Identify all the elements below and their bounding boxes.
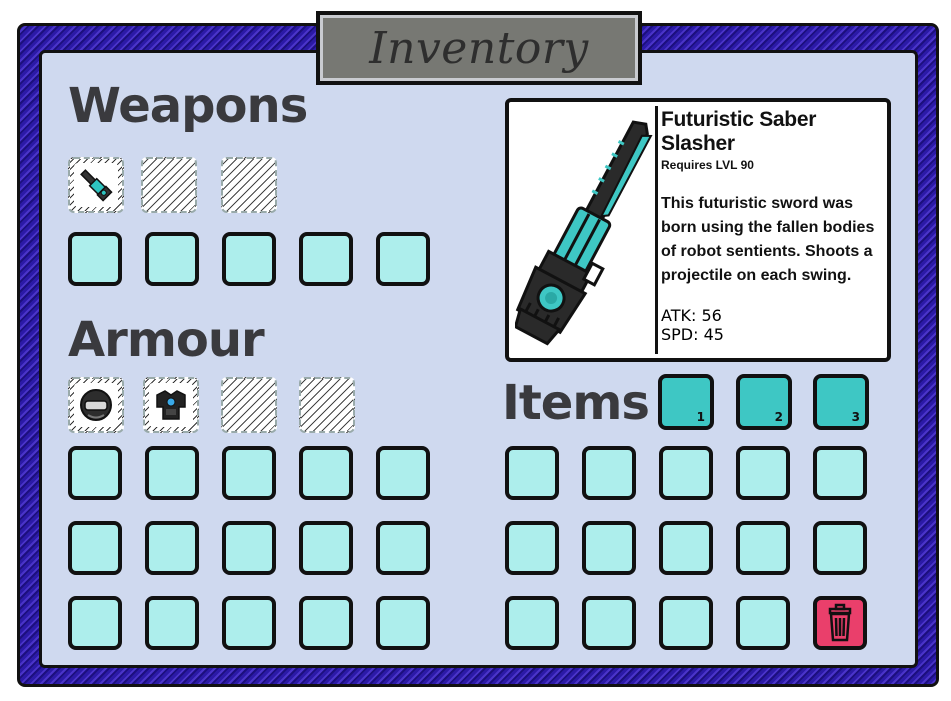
chest-armor-icon	[149, 383, 193, 427]
armour-slot[interactable]	[376, 521, 430, 575]
weapon-slot[interactable]	[68, 232, 122, 286]
armour-equip-slot-2[interactable]	[143, 377, 199, 433]
item-slot[interactable]	[505, 521, 559, 575]
weapon-slot[interactable]	[299, 232, 353, 286]
trash-slot[interactable]	[813, 596, 867, 650]
item-slot[interactable]	[736, 446, 790, 500]
armour-equip-slot-4[interactable]	[299, 377, 355, 433]
item-slot[interactable]	[582, 446, 636, 500]
armour-slot[interactable]	[222, 596, 276, 650]
armour-slot[interactable]	[222, 446, 276, 500]
quick-slot-2[interactable]: 2	[736, 374, 792, 430]
saber-icon	[74, 163, 118, 207]
armour-slot[interactable]	[145, 446, 199, 500]
item-requirement: Requires LVL 90	[661, 158, 754, 172]
weapon-slot[interactable]	[376, 232, 430, 286]
item-spd: SPD: 45	[661, 325, 724, 344]
armour-slot[interactable]	[376, 596, 430, 650]
trash-icon	[828, 603, 852, 642]
armour-equip-slot-1[interactable]	[68, 377, 124, 433]
armour-slot[interactable]	[299, 596, 353, 650]
item-slot[interactable]	[736, 521, 790, 575]
item-slot[interactable]	[659, 596, 713, 650]
quick-slot-number: 3	[851, 410, 860, 424]
items-heading: Items	[502, 375, 650, 431]
item-slot[interactable]	[582, 521, 636, 575]
item-slot[interactable]	[659, 446, 713, 500]
item-stats: ATK: 56 SPD: 45	[661, 306, 724, 344]
item-name: Futuristic Saber Slasher	[661, 108, 817, 155]
armour-slot[interactable]	[145, 521, 199, 575]
item-description: This futuristic sword was born using the…	[661, 195, 875, 284]
weapon-slot[interactable]	[145, 232, 199, 286]
helmet-icon	[74, 383, 118, 427]
weapon-equip-slot-1[interactable]	[68, 157, 124, 213]
inventory-title: Inventory	[369, 22, 589, 74]
weapon-slot[interactable]	[222, 232, 276, 286]
weapon-equip-slot-2[interactable]	[141, 157, 197, 213]
item-slot[interactable]	[659, 521, 713, 575]
armour-slot[interactable]	[299, 521, 353, 575]
item-detail-card: Futuristic Saber Slasher Requires LVL 90…	[505, 98, 891, 362]
item-slot[interactable]	[505, 596, 559, 650]
item-slot[interactable]	[582, 596, 636, 650]
armour-slot[interactable]	[145, 596, 199, 650]
item-slot[interactable]	[736, 596, 790, 650]
weapons-heading: Weapons	[68, 78, 308, 134]
item-slot[interactable]	[813, 521, 867, 575]
quick-slot-number: 2	[774, 410, 783, 424]
item-slot[interactable]	[505, 446, 559, 500]
armour-slot[interactable]	[68, 596, 122, 650]
armour-slot[interactable]	[299, 446, 353, 500]
saber-artwork	[513, 106, 658, 354]
quick-slot-1[interactable]: 1	[658, 374, 714, 430]
armour-heading: Armour	[68, 312, 265, 368]
armour-equip-slot-3[interactable]	[221, 377, 277, 433]
quick-slot-number: 1	[696, 410, 705, 424]
item-slot[interactable]	[813, 446, 867, 500]
armour-slot[interactable]	[376, 446, 430, 500]
item-info: Futuristic Saber Slasher Requires LVL 90…	[661, 108, 889, 288]
title-banner: Inventory	[316, 11, 642, 85]
armour-slot[interactable]	[68, 446, 122, 500]
weapon-equip-slot-3[interactable]	[221, 157, 277, 213]
item-atk: ATK: 56	[661, 306, 722, 325]
armour-slot[interactable]	[222, 521, 276, 575]
armour-slot[interactable]	[68, 521, 122, 575]
quick-slot-3[interactable]: 3	[813, 374, 869, 430]
